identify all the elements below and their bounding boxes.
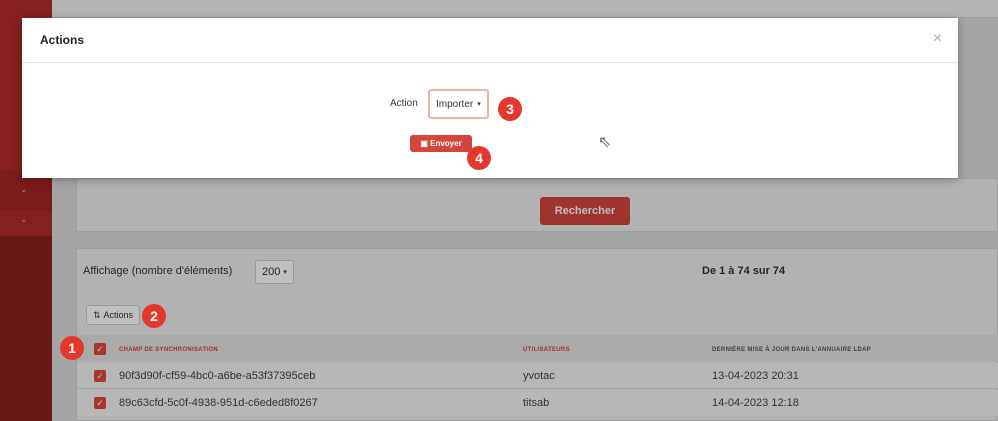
action-select[interactable]: Importer ▾ [428, 89, 489, 119]
modal-title: Actions [40, 33, 85, 47]
annotation-marker: 3 [498, 97, 522, 121]
annotation-marker: 1 [60, 336, 84, 360]
modal-header: Actions × [22, 18, 958, 63]
send-button-label: Envoyer [430, 139, 462, 148]
chevron-down-icon: ▾ [477, 101, 481, 108]
cursor-icon: ⇖ [598, 134, 612, 151]
save-icon: ▣ [420, 139, 428, 148]
close-icon[interactable]: × [933, 30, 942, 48]
send-button[interactable]: ▣ Envoyer [410, 135, 472, 152]
annotation-marker: 2 [142, 304, 166, 328]
action-label: Action [390, 98, 418, 109]
action-select-value: Importer [436, 98, 474, 110]
annotation-marker: 4 [467, 146, 491, 170]
